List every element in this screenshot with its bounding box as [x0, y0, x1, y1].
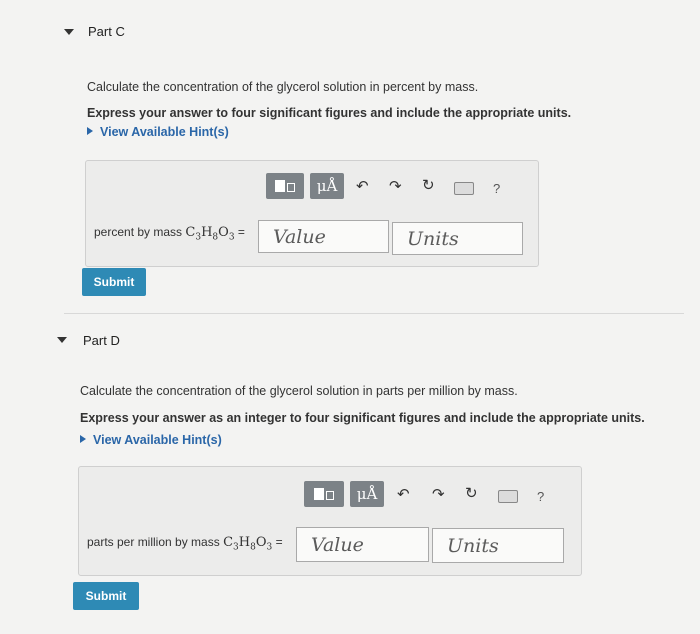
part-c-title: Part C	[88, 24, 125, 39]
glycerol-formula: C3H8O3	[185, 225, 235, 243]
percent-by-mass-label: percent by mass	[94, 225, 183, 239]
mu-angstrom-label: μÅ	[316, 177, 338, 195]
part-d-submit-button[interactable]: Submit	[73, 582, 139, 610]
value-placeholder: Value	[311, 533, 364, 556]
templates-icon	[314, 488, 334, 500]
help-icon[interactable]: ?	[493, 181, 500, 196]
part-d-units-input[interactable]: Units	[432, 528, 564, 563]
reset-icon[interactable]: ↻	[422, 178, 435, 193]
keyboard-icon[interactable]	[454, 182, 474, 195]
templates-icon	[275, 180, 295, 192]
part-d-value-input[interactable]: Value	[296, 527, 429, 562]
part-c-value-input[interactable]: Value	[258, 220, 389, 253]
part-c-submit-button[interactable]: Submit	[82, 268, 146, 296]
equals-sign: =	[237, 225, 245, 239]
part-c-hint-label: View Available Hint(s)	[100, 125, 229, 139]
part-c-instruction: Express your answer to four significant …	[87, 106, 572, 120]
units-placeholder: Units	[447, 534, 499, 557]
undo-icon[interactable]: ↶	[397, 487, 410, 502]
part-c-question: Calculate the concentration of the glyce…	[87, 80, 479, 94]
part-d-instruction: Express your answer as an integer to fou…	[80, 411, 645, 425]
glycerol-formula: C3H8O3	[223, 535, 273, 553]
part-c-collapse-caret-icon[interactable]	[64, 29, 74, 35]
part-divider	[64, 313, 684, 314]
part-c-hint-link[interactable]: View Available Hint(s)	[87, 125, 229, 139]
units-symbols-button[interactable]: μÅ	[310, 173, 344, 199]
value-placeholder: Value	[273, 225, 326, 248]
undo-icon[interactable]: ↶	[356, 179, 369, 194]
part-d-answer-box: μÅ ↶ ↷ ↻ ? parts per million by mass C3H…	[78, 466, 582, 576]
part-c-answer-box: μÅ ↶ ↷ ↻ ? percent by mass C3H8O3 = Valu…	[85, 160, 539, 267]
help-icon[interactable]: ?	[537, 489, 544, 504]
mu-angstrom-label: μÅ	[356, 485, 378, 503]
part-d-answer-label: parts per million by mass C3H8O3 =	[87, 535, 283, 553]
ppm-by-mass-label: parts per million by mass	[87, 535, 220, 549]
part-d-hint-label: View Available Hint(s)	[93, 433, 222, 447]
templates-button[interactable]	[304, 481, 344, 507]
redo-icon[interactable]: ↷	[432, 487, 445, 502]
part-d-title: Part D	[83, 333, 120, 348]
units-placeholder: Units	[407, 227, 459, 250]
hint-arrow-icon	[87, 127, 93, 135]
part-d-question: Calculate the concentration of the glyce…	[80, 384, 518, 398]
part-c-units-input[interactable]: Units	[392, 222, 523, 255]
part-d-collapse-caret-icon[interactable]	[57, 337, 67, 343]
reset-icon[interactable]: ↻	[465, 486, 478, 501]
equals-sign: =	[275, 535, 283, 549]
hint-arrow-icon	[80, 435, 86, 443]
part-d-hint-link[interactable]: View Available Hint(s)	[80, 433, 222, 447]
units-symbols-button[interactable]: μÅ	[350, 481, 384, 507]
templates-button[interactable]	[266, 173, 304, 199]
part-c-answer-label: percent by mass C3H8O3 =	[94, 225, 245, 243]
keyboard-icon[interactable]	[498, 490, 518, 503]
redo-icon[interactable]: ↷	[389, 179, 402, 194]
